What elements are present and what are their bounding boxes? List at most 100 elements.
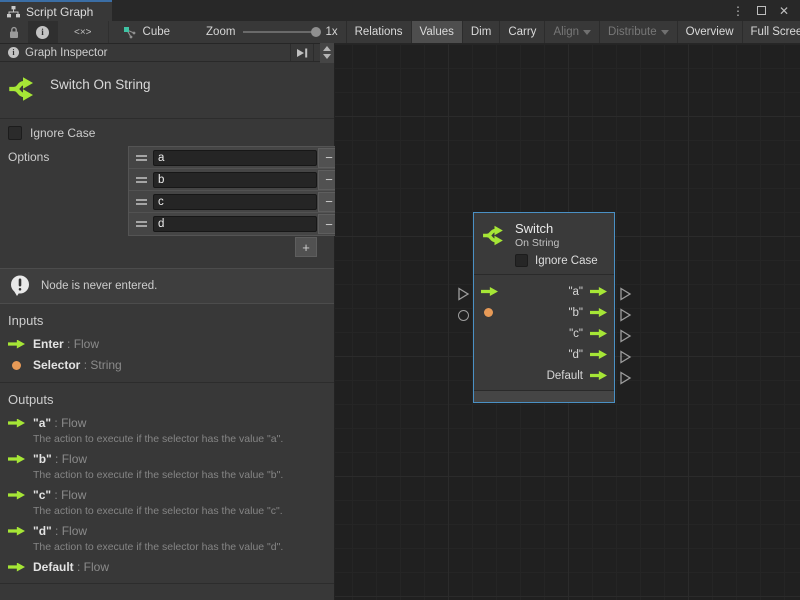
lock-button[interactable] bbox=[0, 21, 28, 43]
graph-asset-chip[interactable]: Cube bbox=[109, 21, 181, 43]
node-ignore-case-row: Ignore Case bbox=[515, 254, 606, 267]
main-area: i Graph Inspector bbox=[0, 44, 800, 600]
code-preview-icon: <×> bbox=[74, 27, 92, 38]
port-name: "c" bbox=[33, 488, 51, 502]
port-name: "b" bbox=[33, 452, 52, 466]
node-port-row: "b" bbox=[474, 302, 614, 323]
info-icon: i bbox=[8, 47, 19, 58]
add-option-button[interactable]: + bbox=[295, 237, 317, 257]
window-controls: ⋮ ✕ bbox=[732, 0, 800, 21]
external-flow-out-port[interactable] bbox=[619, 308, 632, 327]
fullscreen-button[interactable]: Full Screen bbox=[742, 21, 800, 43]
flow-port-icon bbox=[8, 419, 25, 428]
port-name: Enter bbox=[33, 337, 64, 351]
flow-port-icon bbox=[8, 563, 25, 572]
flow-port-icon bbox=[8, 491, 25, 500]
flow-out-port-icon[interactable] bbox=[590, 329, 607, 338]
option-input[interactable] bbox=[153, 172, 317, 188]
maximize-icon[interactable] bbox=[757, 6, 766, 15]
selector-port-icon[interactable] bbox=[484, 308, 493, 317]
panel-scrollbar[interactable] bbox=[320, 43, 334, 63]
dock-panel-button[interactable] bbox=[290, 44, 314, 61]
distribute-dropdown[interactable]: Distribute bbox=[599, 21, 677, 43]
zoom-slider-handle[interactable] bbox=[311, 27, 321, 37]
tab-script-graph[interactable]: Script Graph bbox=[0, 0, 112, 21]
lock-icon bbox=[8, 26, 20, 39]
port-name: "a" bbox=[33, 416, 51, 430]
port-type: : Flow bbox=[64, 337, 99, 351]
scroll-up-icon[interactable] bbox=[323, 46, 331, 51]
input-port-row: Selector : String bbox=[0, 354, 334, 375]
graph-asset-icon bbox=[123, 26, 137, 39]
node-ignore-case-checkbox[interactable] bbox=[515, 254, 528, 267]
relations-button[interactable]: Relations bbox=[346, 21, 411, 43]
option-row: − bbox=[129, 213, 341, 235]
switch-on-string-node[interactable]: Switch On String Ignore Case "a" bbox=[473, 212, 615, 403]
warning-bubble-icon bbox=[8, 274, 32, 298]
node-ignore-case-label: Ignore Case bbox=[535, 255, 598, 267]
scroll-down-icon[interactable] bbox=[323, 54, 331, 59]
node-subtitle: On String bbox=[515, 237, 559, 249]
ignore-case-label: Ignore Case bbox=[30, 126, 95, 140]
unit-title-block: Switch On String bbox=[0, 62, 334, 118]
external-flow-out-port[interactable] bbox=[619, 329, 632, 348]
zoom-slider[interactable] bbox=[243, 31, 317, 33]
flow-port-icon bbox=[8, 455, 25, 464]
drag-handle-icon[interactable] bbox=[129, 177, 153, 183]
zoom-value: 1x bbox=[325, 26, 337, 38]
chevron-down-icon bbox=[583, 30, 591, 35]
option-input[interactable] bbox=[153, 216, 317, 232]
option-input[interactable] bbox=[153, 194, 317, 210]
external-value-in-port[interactable] bbox=[458, 310, 469, 321]
drag-handle-icon[interactable] bbox=[129, 221, 153, 227]
code-preview-button[interactable]: <×> bbox=[58, 21, 109, 43]
tab-label: Script Graph bbox=[26, 5, 93, 19]
external-flow-out-port[interactable] bbox=[619, 371, 632, 390]
options-field: Options − − − bbox=[0, 142, 334, 236]
port-type: : Flow bbox=[52, 524, 87, 538]
output-port-row: "b" : Flow bbox=[0, 448, 334, 469]
inspector-empty-area bbox=[0, 584, 334, 600]
zoom-control: Zoom 1x bbox=[180, 21, 346, 43]
flow-out-port-icon[interactable] bbox=[590, 371, 607, 380]
window-menu-icon[interactable]: ⋮ bbox=[732, 5, 744, 17]
carry-button[interactable]: Carry bbox=[499, 21, 544, 43]
drag-handle-icon[interactable] bbox=[129, 155, 153, 161]
port-description: The action to execute if the selector ha… bbox=[0, 469, 334, 484]
external-flow-out-port[interactable] bbox=[619, 350, 632, 369]
graph-toolbar: i <×> Cube Zoom 1x Relations Values Dim bbox=[0, 21, 800, 44]
options-list: − − − − bbox=[128, 146, 342, 236]
switch-unit-icon bbox=[482, 223, 507, 248]
option-row: − bbox=[129, 147, 341, 169]
flow-port-icon bbox=[8, 527, 25, 536]
flow-out-port-icon[interactable] bbox=[590, 308, 607, 317]
port-name: Selector bbox=[33, 358, 80, 372]
toolbar-buttons: Relations Values Dim Carry Align Distrib… bbox=[346, 21, 800, 43]
node-port-label: "c" bbox=[569, 328, 583, 340]
external-flow-in-port[interactable] bbox=[457, 287, 470, 306]
drag-handle-icon[interactable] bbox=[129, 199, 153, 205]
node-port-label: "a" bbox=[568, 286, 583, 298]
values-button[interactable]: Values bbox=[411, 21, 462, 43]
node-ports: "a" "b" "c" "d" bbox=[474, 274, 614, 390]
flow-out-port-icon[interactable] bbox=[590, 287, 607, 296]
options-label: Options bbox=[8, 146, 128, 236]
port-type: : Flow bbox=[51, 488, 86, 502]
graph-asset-label: Cube bbox=[143, 26, 171, 38]
script-graph-window: Script Graph ⋮ ✕ i <×> bbox=[0, 0, 800, 600]
overview-button[interactable]: Overview bbox=[677, 21, 742, 43]
ignore-case-checkbox[interactable] bbox=[8, 126, 22, 140]
inspector-header-label: Graph Inspector bbox=[25, 47, 284, 59]
inspector-header: i Graph Inspector bbox=[0, 44, 334, 62]
option-input[interactable] bbox=[153, 150, 317, 166]
output-port-row: "c" : Flow bbox=[0, 484, 334, 505]
flow-out-port-icon[interactable] bbox=[590, 350, 607, 359]
port-type: : Flow bbox=[51, 416, 86, 430]
inspect-toggle-button[interactable]: i bbox=[28, 21, 58, 43]
align-dropdown[interactable]: Align bbox=[544, 21, 599, 43]
enter-port-icon[interactable] bbox=[481, 287, 498, 296]
close-icon[interactable]: ✕ bbox=[779, 5, 789, 17]
dim-button[interactable]: Dim bbox=[462, 21, 499, 43]
external-flow-out-port[interactable] bbox=[619, 287, 632, 306]
graph-canvas[interactable]: Switch On String Ignore Case "a" bbox=[335, 44, 800, 600]
